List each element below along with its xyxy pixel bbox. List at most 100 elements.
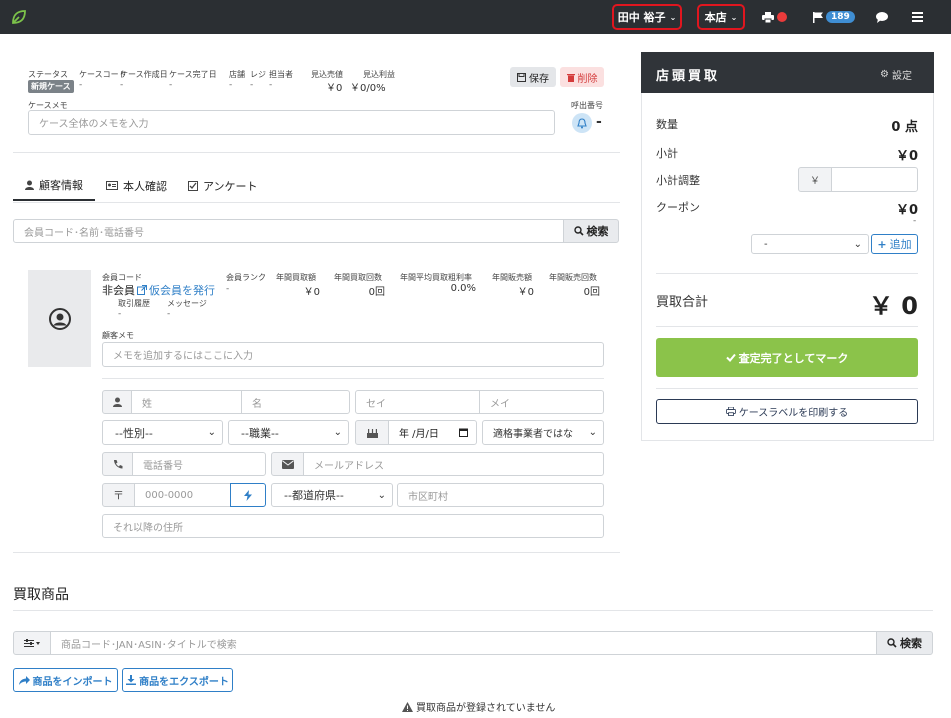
member-search-button[interactable]: 検索 [563, 219, 619, 243]
printer-status[interactable] [762, 0, 787, 34]
member-search-input[interactable]: 会員コード･名前･電話番号 [13, 219, 564, 243]
birthday-input[interactable]: 年 /月/日 [388, 420, 477, 445]
phone-input[interactable]: 電話番号 [132, 452, 266, 476]
tab-survey-label: アンケート [203, 179, 258, 193]
trash-icon [566, 73, 575, 82]
case-code-value: - [79, 80, 83, 90]
filter-dropdown[interactable] [13, 631, 51, 655]
customer-memo-input[interactable]: メモを追加するにはここに入力 [102, 342, 604, 367]
chevron-down-icon: ⌄ [333, 427, 342, 438]
first-kana-input[interactable]: メイ [479, 390, 604, 414]
store-name: 本店 [704, 11, 727, 24]
chat-button[interactable] [876, 0, 888, 34]
flag-icon [813, 11, 823, 23]
export-button[interactable]: 商品をエクスポート [122, 668, 233, 692]
staff-label: 担当者 [269, 70, 293, 79]
export-label: 商品をエクスポート [139, 676, 229, 688]
top-bar: 田中 裕子 ⌄ 本店 ⌄ 189 [0, 0, 951, 34]
menu-button[interactable] [912, 0, 923, 34]
delete-button[interactable]: 削除 [560, 67, 604, 87]
settings-label: 設定 [891, 71, 912, 82]
avatar [28, 270, 91, 367]
subtotal-value: ￥0 [895, 149, 918, 164]
temp-member-link[interactable]: 仮会員を発行 [137, 282, 215, 298]
job-select[interactable]: --職業-- ⌄ [228, 420, 349, 445]
print-label-button[interactable]: ケースラベルを印刷する [656, 399, 918, 424]
divider [13, 610, 933, 611]
import-label: 商品をインポート [32, 676, 113, 688]
item-search-input[interactable]: 商品コード･JAN･ASIN･タイトルで検索 [50, 631, 877, 655]
delete-label: 削除 [577, 73, 598, 85]
save-button[interactable]: 保存 [510, 67, 556, 87]
tab-customer[interactable]: 顧客情報 [13, 170, 95, 201]
annual-sales-count-value: 0回 [583, 287, 600, 298]
coupon-select[interactable]: - ⌄ [751, 234, 869, 254]
birthday-addon [355, 420, 389, 445]
city-input[interactable]: 市区町村 [397, 483, 604, 507]
mark-complete-label: 査定完了としてマーク [738, 351, 849, 365]
alert-dot [777, 12, 787, 22]
download-icon [126, 675, 137, 685]
gear-icon: ⚙ [880, 69, 889, 80]
import-button[interactable]: 商品をインポート [13, 668, 118, 692]
gender-select[interactable]: --性別-- ⌄ [102, 420, 223, 445]
divider [13, 552, 620, 553]
tab-divider [13, 202, 620, 203]
annual-sales-label: 年間販売額 [492, 273, 532, 282]
user-icon [112, 397, 122, 407]
notifications[interactable]: 189 [813, 0, 855, 34]
case-memo-input[interactable]: ケース全体のメモを入力 [28, 110, 555, 135]
leaf-logo-icon[interactable] [10, 8, 28, 26]
address-input[interactable]: それ以降の住所 [102, 514, 604, 538]
rank-value: - [226, 284, 230, 294]
created-value: - [120, 80, 124, 90]
divider [13, 152, 620, 153]
summary-title: 店頭買取 [656, 69, 721, 84]
register-label: レジ [250, 70, 266, 79]
total-value: ￥ 0 [868, 292, 918, 320]
user-menu[interactable]: 田中 裕子 ⌄ [612, 4, 682, 30]
annual-buy-label: 年間買取額 [276, 273, 316, 282]
yen-addon: ￥ [798, 167, 832, 192]
printer-icon [762, 11, 774, 23]
settings-button[interactable]: ⚙ 設定 [880, 67, 912, 82]
adjust-input[interactable] [831, 167, 918, 192]
invoice-select[interactable]: 適格事業者ではな ⌄ [482, 420, 604, 445]
email-input[interactable]: メールアドレス [303, 452, 604, 476]
item-search-label: 検索 [900, 637, 922, 650]
completed-label: ケース完了日 [169, 70, 217, 79]
first-name-input[interactable]: 名 [241, 390, 350, 414]
mark-complete-button[interactable]: 査定完了としてマーク [656, 338, 918, 377]
tab-survey[interactable]: アンケート [188, 170, 258, 201]
chevron-down-icon: ⌄ [377, 489, 386, 501]
tab-identity[interactable]: 本人確認 [106, 170, 167, 201]
zip-lookup-button[interactable] [230, 483, 266, 507]
save-icon [517, 72, 526, 82]
status-label: ステータス [28, 70, 68, 79]
chevron-down-icon: ⌄ [669, 12, 677, 22]
add-coupon-button[interactable]: + 追加 [871, 234, 918, 254]
message-label: メッセージ [167, 299, 207, 308]
zip-input[interactable]: 000-0000 [134, 483, 231, 507]
tab-identity-label: 本人確認 [123, 179, 167, 193]
last-kana-input[interactable]: セイ [355, 390, 480, 414]
sliders-icon [24, 638, 40, 647]
call-number-label: 呼出番号 [571, 101, 603, 110]
job-value: --職業-- [241, 426, 279, 440]
adjust-label: 小計調整 [656, 174, 700, 187]
call-button[interactable] [572, 113, 592, 133]
cake-icon [366, 428, 378, 438]
history-label: 取引履歴 [118, 299, 150, 308]
search-button-label: 検索 [586, 225, 609, 238]
last-name-input[interactable]: 姓 [131, 390, 242, 414]
chevron-down-icon: ⌄ [730, 12, 738, 22]
coupon-sub: - [913, 216, 917, 226]
non-member-text: 非会員 [102, 284, 135, 297]
store-menu[interactable]: 本店 ⌄ [697, 4, 745, 30]
notification-count: 189 [826, 11, 855, 23]
email-addon [271, 452, 304, 476]
item-search-button[interactable]: 検索 [876, 631, 933, 655]
prefecture-select[interactable]: --都道府県-- ⌄ [271, 483, 393, 507]
hamburger-icon [912, 12, 923, 22]
phone-icon [113, 460, 122, 469]
